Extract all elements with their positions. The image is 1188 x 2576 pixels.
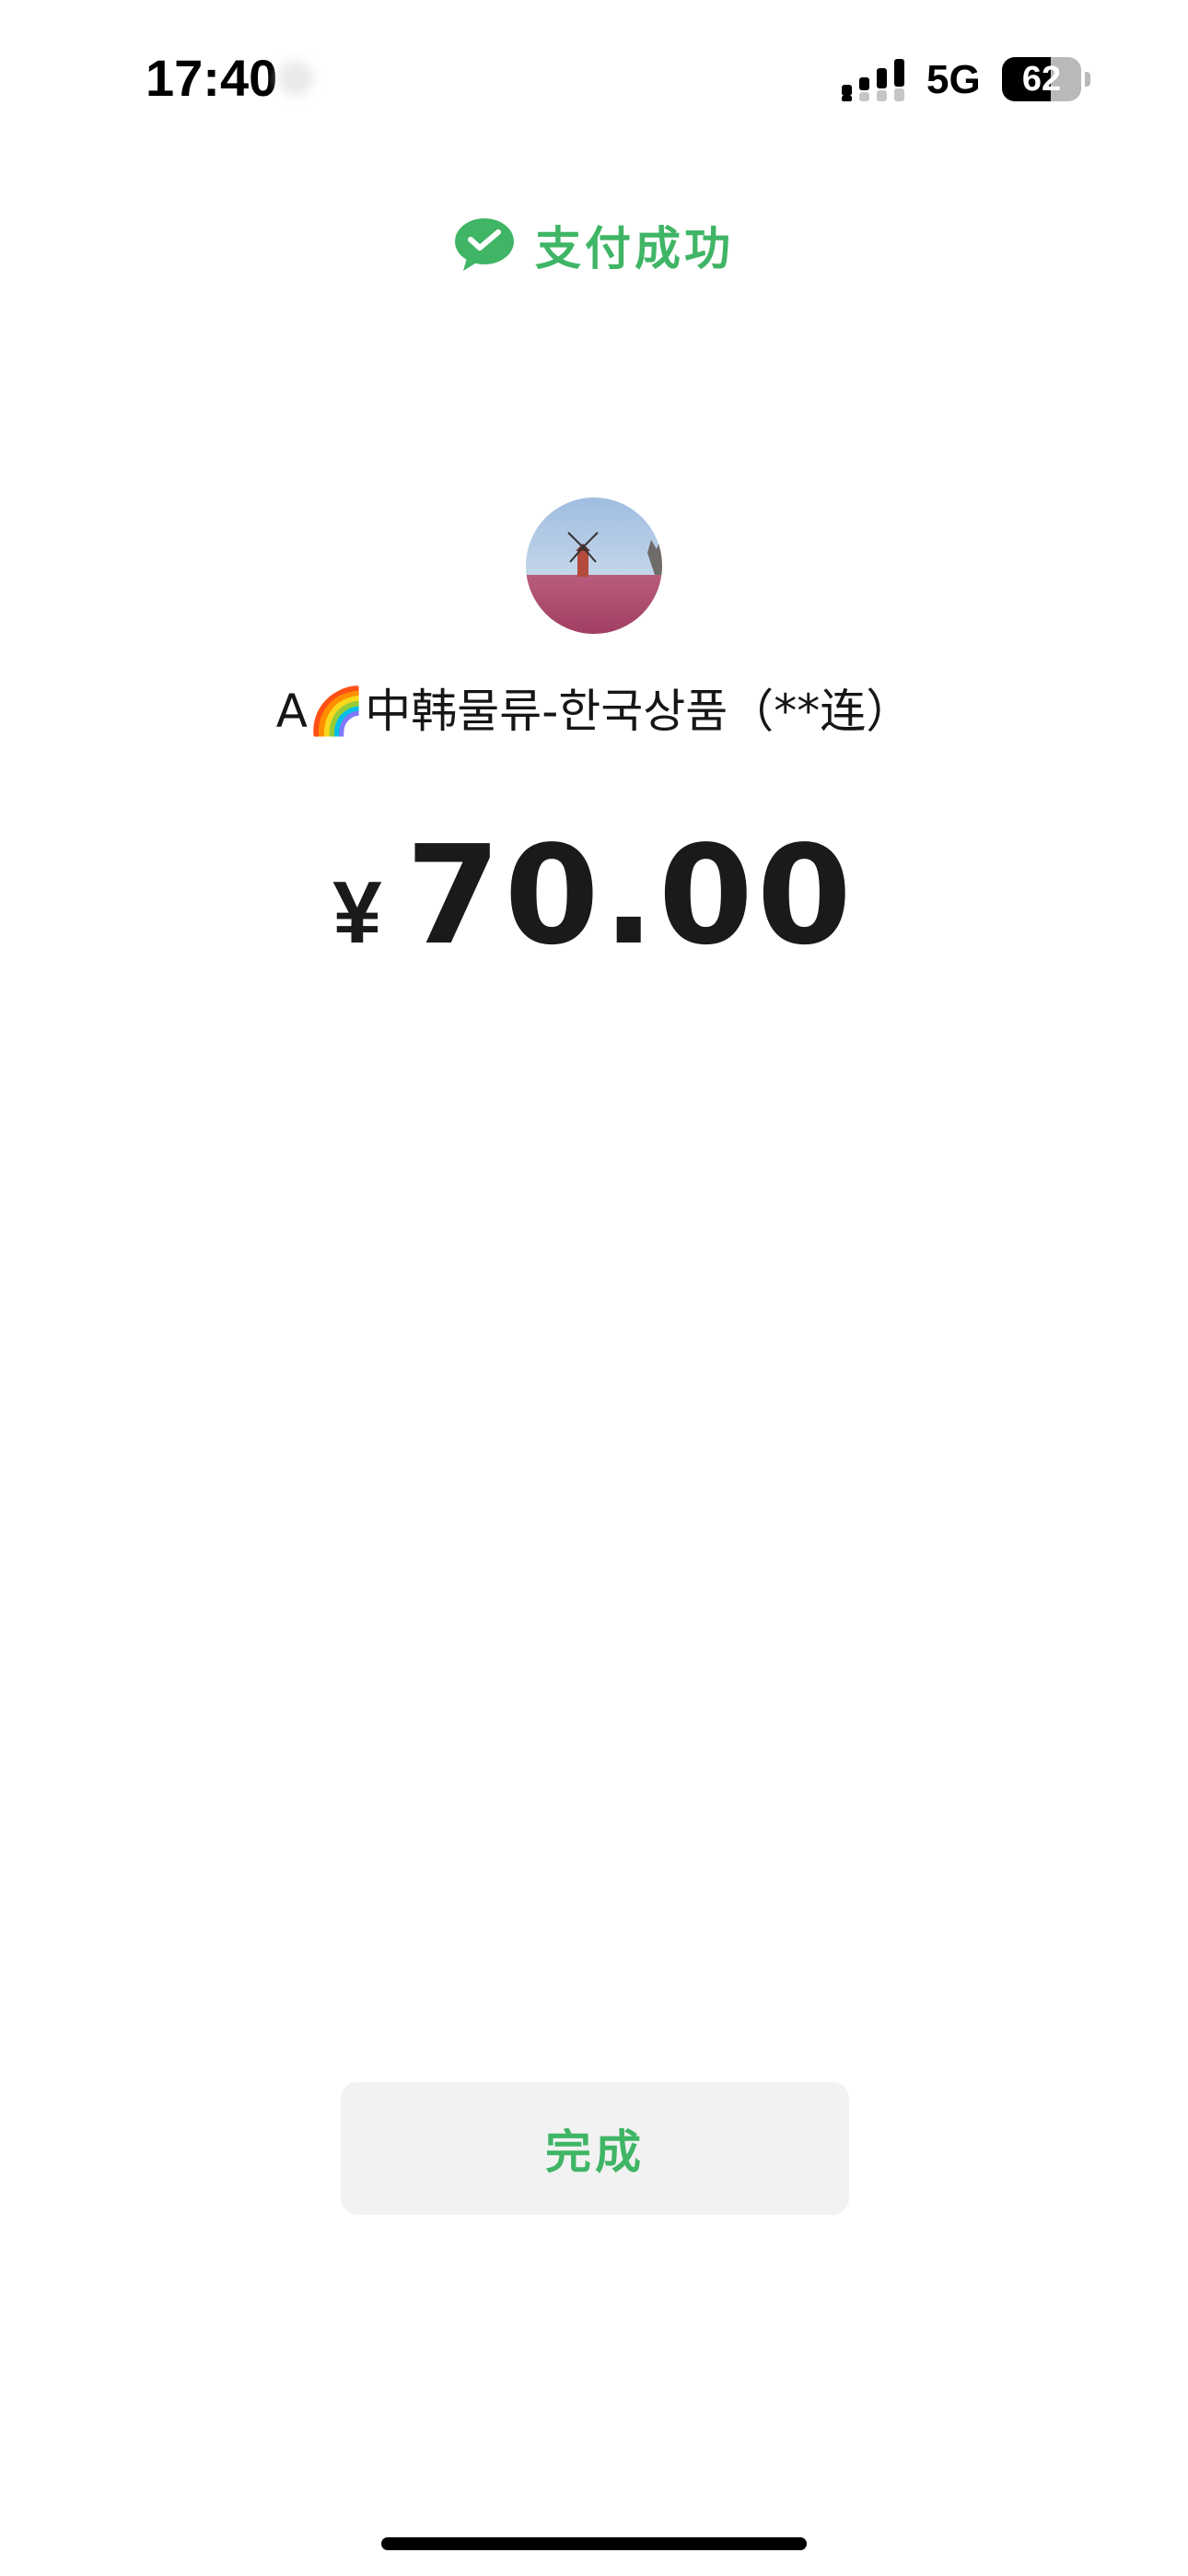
- payment-amount: ¥ 70.00: [0, 816, 1188, 975]
- payment-success-header: 支付成功: [0, 208, 1188, 282]
- merchant-avatar: [526, 498, 662, 634]
- currency-symbol: ¥: [332, 863, 382, 962]
- payment-success-title: 支付成功: [535, 222, 734, 275]
- battery-tip: [1085, 72, 1090, 87]
- signal-strength-icon: [842, 59, 904, 101]
- done-button-label: 完成: [545, 2125, 645, 2179]
- battery-icon: 62: [1002, 57, 1090, 101]
- windmill-avatar-image: [526, 498, 662, 634]
- status-bar: 17:40 5G 62: [0, 0, 1188, 147]
- home-indicator[interactable]: [381, 2537, 807, 2550]
- status-time: 17:40: [146, 49, 278, 107]
- merchant-name: A🌈中韩물류-한국상품（**连）: [275, 685, 913, 738]
- done-button[interactable]: 完成: [341, 2082, 849, 2215]
- blurred-indicator: [278, 61, 313, 96]
- battery-percentage: 62: [1021, 60, 1062, 99]
- amount-value: 70.00: [405, 816, 856, 975]
- network-type: 5G: [926, 57, 981, 102]
- wechat-pay-icon: [455, 218, 514, 271]
